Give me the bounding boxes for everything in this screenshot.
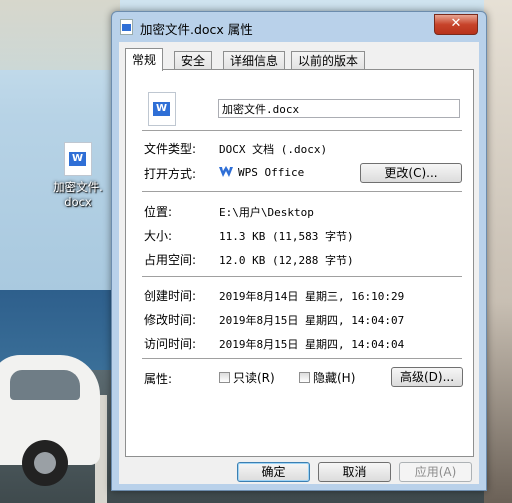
readonly-label[interactable]: 只读(R)	[233, 369, 275, 386]
divider	[142, 191, 462, 192]
tab-details[interactable]: 详细信息	[223, 51, 286, 70]
opens-with-value: WPS Office	[238, 166, 305, 179]
attributes-label: 属性:	[144, 372, 173, 386]
hidden-checkbox[interactable]	[299, 372, 310, 383]
desktop-file-label-line2: docx	[64, 195, 92, 209]
divider	[142, 130, 462, 131]
word-glyph: W	[69, 152, 86, 166]
background-car-window	[10, 370, 80, 400]
location-value: E:\用户\Desktop	[219, 206, 314, 219]
window-title: 加密文件.docx 属性	[140, 22, 253, 37]
modified-label: 修改时间:	[144, 313, 197, 327]
document-icon	[120, 19, 133, 35]
size-on-disk-label: 占用空间:	[144, 253, 197, 267]
size-label: 大小:	[144, 229, 173, 243]
wps-office-icon	[219, 166, 233, 177]
properties-window: 加密文件.docx 属性 ✕ 常规 安全 详细信息 以前的版本 W 加密文件.d…	[111, 11, 487, 491]
file-type-value: DOCX 文档 (.docx)	[219, 143, 328, 156]
title-bar[interactable]: 加密文件.docx 属性 ✕	[112, 12, 486, 40]
opens-with-label: 打开方式:	[144, 167, 197, 181]
tab-general[interactable]: 常规	[125, 48, 164, 71]
advanced-button[interactable]: 高级(D)...	[391, 367, 463, 387]
modified-value: 2019年8月15日 星期四, 14:04:07	[219, 314, 405, 327]
desktop-file-label-line1: 加密文件.	[53, 180, 103, 194]
background-rightside	[484, 0, 512, 503]
accessed-value: 2019年8月15日 星期四, 14:04:04	[219, 338, 405, 351]
change-button[interactable]: 更改(C)...	[360, 163, 462, 183]
divider	[142, 276, 462, 277]
word-document-icon: W	[64, 142, 92, 176]
hidden-label[interactable]: 隐藏(H)	[313, 369, 355, 386]
location-label: 位置:	[144, 205, 173, 219]
cancel-button[interactable]: 取消	[318, 462, 391, 482]
ok-button[interactable]: 确定	[237, 462, 310, 482]
background-car-hub	[34, 452, 56, 474]
tab-previous-versions[interactable]: 以前的版本	[291, 51, 366, 70]
size-on-disk-value: 12.0 KB (12,288 字节)	[219, 254, 354, 267]
close-button[interactable]: ✕	[434, 14, 478, 35]
background-tree	[0, 0, 120, 70]
general-panel: W 加密文件.docx 文件类型: DOCX 文档 (.docx) 打开方式: …	[125, 69, 474, 457]
file-type-label: 文件类型:	[144, 142, 197, 156]
desktop-file-icon[interactable]: W 加密文件. docx	[48, 142, 108, 210]
file-name-field[interactable]: 加密文件.docx	[218, 99, 460, 118]
divider	[142, 358, 462, 359]
desktop-file-label: 加密文件. docx	[48, 180, 108, 210]
accessed-label: 访问时间:	[144, 337, 197, 351]
size-value: 11.3 KB (11,583 字节)	[219, 230, 354, 243]
word-glyph: W	[153, 102, 170, 116]
tab-security[interactable]: 安全	[174, 51, 213, 70]
dialog-client: 常规 安全 详细信息 以前的版本 W 加密文件.docx 文件类型: DOCX …	[119, 42, 479, 484]
readonly-checkbox[interactable]	[219, 372, 230, 383]
word-file-icon: W	[148, 92, 176, 126]
created-label: 创建时间:	[144, 289, 197, 303]
created-value: 2019年8月14日 星期三, 16:10:29	[219, 290, 405, 303]
apply-button[interactable]: 应用(A)	[399, 462, 472, 482]
